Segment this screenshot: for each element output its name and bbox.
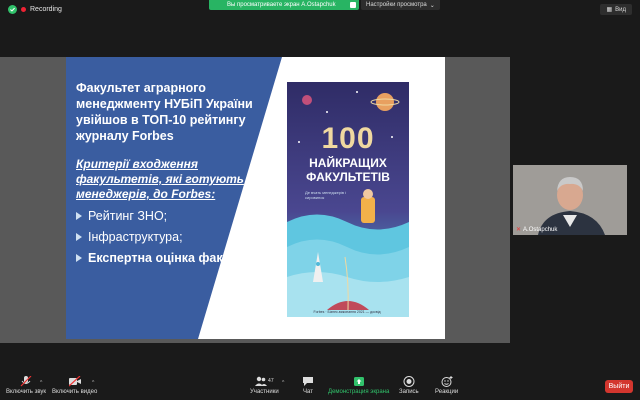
book-title-line: НАЙКРАЩИХ — [309, 156, 387, 170]
recording-indicator[interactable]: Recording — [8, 4, 62, 15]
view-button-label: Вид — [615, 6, 626, 13]
share-screen-button[interactable]: Демонстрация экрана — [328, 376, 389, 395]
book-cover: 100 НАЙКРАЩИХ ФАКУЛЬТЕТІВ Де вчать менед… — [287, 82, 409, 317]
audio-options-caret[interactable]: ^ — [40, 380, 42, 386]
chat-label: Чат — [303, 389, 313, 395]
reactions-label: Реакции — [435, 389, 459, 395]
shield-check-icon — [8, 5, 17, 14]
top-bar: Recording Вы просматриваете экран A.Osta… — [0, 0, 640, 18]
unmute-label: Включить звук — [6, 389, 47, 395]
record-dot-icon — [21, 7, 26, 12]
participants-label: Участники — [250, 389, 279, 395]
book-title: НАЙКРАЩИХ ФАКУЛЬТЕТІВ — [287, 156, 409, 184]
video-off-icon — [68, 376, 81, 387]
mic-off-icon — [20, 376, 32, 387]
start-video-button[interactable]: Включить видео — [52, 376, 97, 395]
share-screen-label: Демонстрация экрана — [328, 389, 390, 395]
criteria-item: Експертна оцінка факультету — [76, 249, 276, 268]
leave-meeting-button[interactable]: Выйти — [605, 380, 633, 393]
stop-share-icon[interactable] — [350, 2, 356, 8]
criteria-list: Рейтинг ЗНО; Інфраструктура; Експертна о… — [76, 207, 276, 270]
book-title-line: ФАКУЛЬТЕТІВ — [306, 170, 390, 184]
criteria-item-text: Інфраструктура; — [88, 230, 183, 244]
start-video-label: Включить видео — [52, 389, 98, 395]
presentation-slide: Факультет аграрного менеджменту НУБіП Ук… — [66, 57, 445, 339]
view-button[interactable]: ▦ Вид — [600, 4, 632, 15]
bullet-arrow-icon — [76, 233, 82, 241]
record-label: Запись — [399, 389, 419, 395]
criteria-item-text: Рейтинг ЗНО; — [88, 209, 168, 223]
chat-button[interactable]: Чат — [302, 376, 314, 395]
participant-name: A.Ostapchuk — [523, 226, 558, 233]
share-banner-text: Вы просматриваете экран A.Ostapchuk — [227, 2, 336, 8]
mic-off-icon: ✕ — [516, 227, 522, 233]
bullet-arrow-icon — [76, 254, 82, 262]
chevron-down-icon: ⌄ — [429, 2, 435, 9]
participants-icon — [255, 376, 268, 386]
grid-icon: ▦ — [606, 7, 613, 13]
recording-label: Recording — [30, 6, 62, 13]
chat-icon — [303, 377, 313, 386]
criteria-item: Інфраструктура; — [76, 228, 276, 247]
reactions-button[interactable]: Реакции — [435, 376, 458, 395]
criteria-item: Рейтинг ЗНО; — [76, 207, 276, 226]
video-options-caret[interactable]: ^ — [92, 380, 94, 386]
slide-subtitle: Критерії входження факультетів, які готу… — [76, 157, 244, 201]
slide-title: Факультет аграрного менеджменту НУБіП Ук… — [76, 81, 253, 143]
book-number: 100 — [321, 122, 375, 155]
view-options-button[interactable]: Настройки просмотра ⌄ — [361, 0, 440, 10]
book-subtitle: Де вчать менеджерів і сировинок — [305, 190, 347, 200]
share-banner: Вы просматриваете экран A.Ostapchuk — [209, 0, 359, 10]
smiley-plus-icon — [441, 376, 453, 387]
participants-button[interactable]: 47 Участники — [250, 376, 279, 395]
share-screen-icon — [353, 377, 364, 386]
shared-screen: Факультет аграрного менеджменту НУБіП Ук… — [0, 57, 510, 343]
criteria-item-text: Експертна оцінка факультету — [88, 251, 271, 265]
participant-video-frame — [513, 165, 627, 235]
participants-count: 47 — [268, 378, 274, 384]
meeting-toolbar: Включить звук ^ Включить видео ^ 47 Учас… — [0, 372, 640, 400]
bullet-arrow-icon — [76, 212, 82, 220]
view-options-label: Настройки просмотра — [366, 2, 427, 8]
record-button[interactable]: Запись — [399, 376, 419, 395]
book-footer: Forbes · Бізнес-виконання 2021 — досвід — [313, 310, 381, 314]
participant-video[interactable]: ✕ A.Ostapchuk — [513, 165, 627, 235]
record-icon — [403, 376, 415, 387]
participants-options-caret[interactable]: ^ — [282, 380, 284, 386]
participant-name-tag: ✕ A.Ostapchuk — [516, 226, 558, 234]
